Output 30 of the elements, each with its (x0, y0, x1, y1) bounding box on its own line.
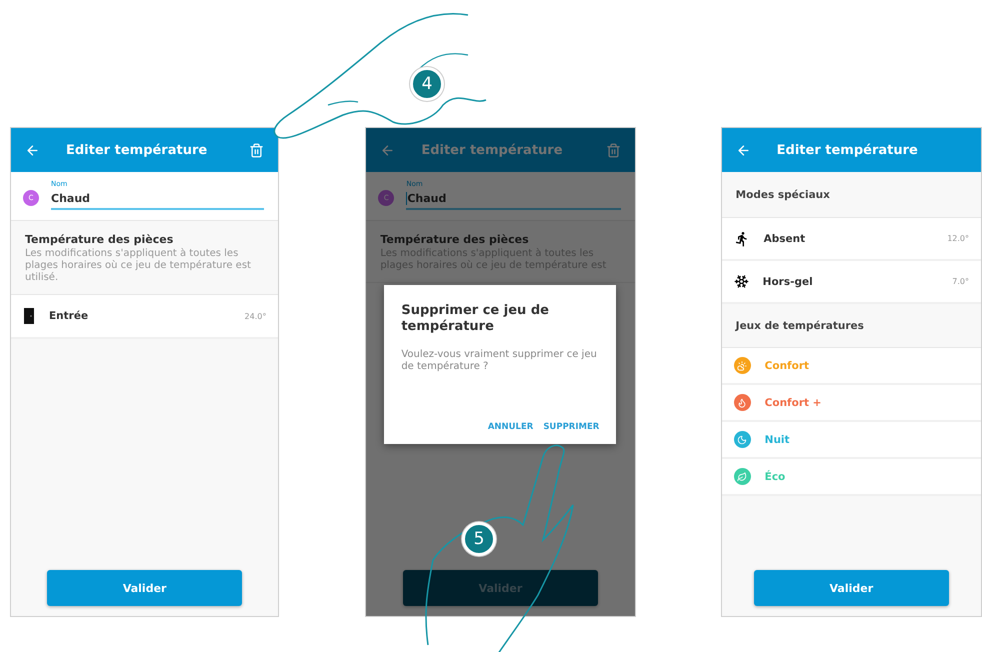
dialog-action[interactable]: SUPPRIMER (543, 422, 600, 432)
room-row[interactable]: Entrée 24.0° (11, 295, 278, 339)
back-icon[interactable] (25, 142, 40, 158)
temperature-reading: 24.0° (244, 312, 266, 320)
validate-button[interactable]: Valider (47, 570, 242, 606)
section-description: Les modifications s'appliquent à toutes les plages horaires où ce jeu de température est utilisé. (25, 248, 252, 284)
temperature-set-row[interactable]: Nuit (722, 422, 981, 459)
screen-title: Editer température (66, 142, 208, 158)
section-title: Température des pièces (380, 233, 530, 246)
back-icon[interactable] (380, 142, 396, 158)
temperature-set-row[interactable]: Éco (722, 459, 981, 496)
back-icon[interactable] (736, 142, 751, 158)
text-cursor (406, 192, 408, 205)
temperature-set-row[interactable]: Confort + (722, 385, 981, 422)
temperature-set-row[interactable]: Confort (722, 348, 981, 385)
door-icon (23, 308, 35, 324)
screen-title: Editer température (421, 142, 564, 158)
dialog-action[interactable]: ANNULER (488, 422, 534, 432)
section-title: Température des pièces (25, 233, 174, 246)
mode-row[interactable]: Hors-gel 7.0° (722, 261, 981, 304)
mode-row[interactable]: Absent 12.0° (722, 218, 981, 261)
dialog-title: Supprimer ce jeu de température (401, 303, 550, 335)
snowflake-icon (734, 274, 749, 289)
temperature-reading: 7.0° (952, 277, 969, 286)
validate-button[interactable]: Valider (754, 570, 949, 606)
trash-icon[interactable] (606, 142, 621, 158)
screen-title: Editer température (776, 142, 919, 158)
temperature-reading: 12.0° (947, 234, 969, 243)
dialog-message: Voulez-vous vraiment supprimer ce jeu de température ? (401, 349, 598, 373)
trash-icon[interactable] (249, 142, 264, 158)
